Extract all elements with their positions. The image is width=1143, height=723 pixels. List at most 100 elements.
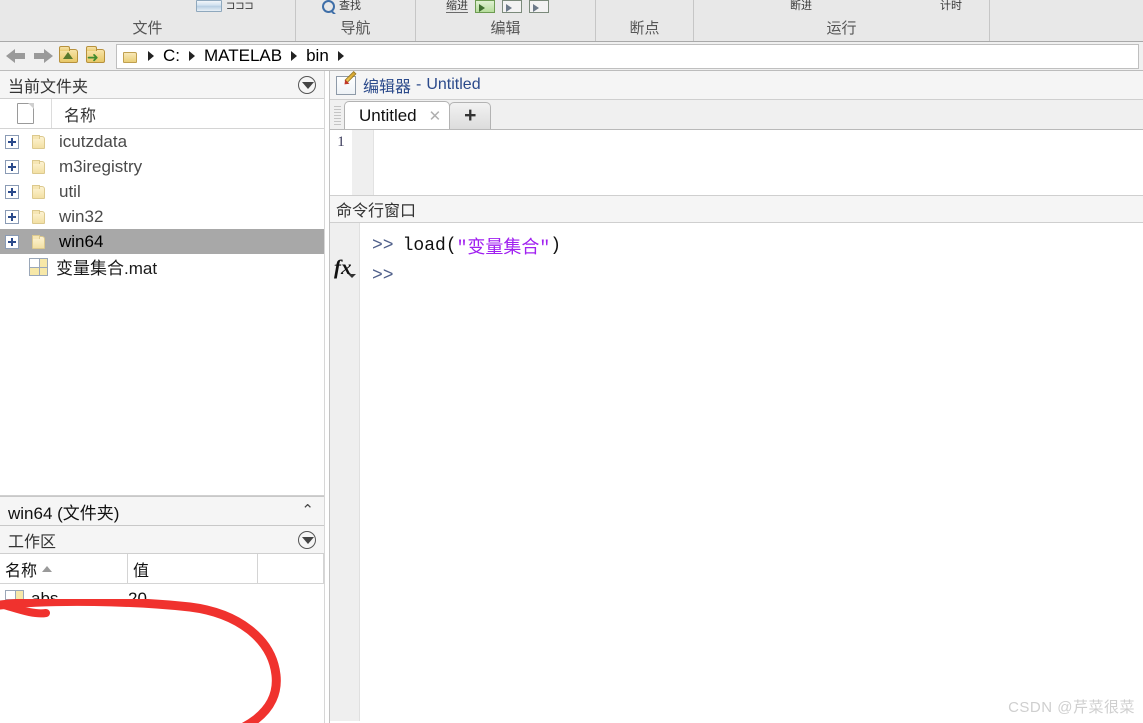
ribbon-group-breakpoint[interactable]: 断点 [596, 0, 694, 41]
editor-title-filename: Untitled [426, 76, 481, 93]
variable-value: 20 [128, 589, 147, 608]
workspace-col-value[interactable]: 值 [128, 554, 258, 583]
tab-untitled[interactable]: Untitled ✕ [344, 101, 451, 129]
browse-folder-icon[interactable]: ➜ [84, 46, 108, 66]
expand-plus-icon[interactable] [5, 134, 19, 149]
path-folder-icon [123, 50, 138, 63]
page-icon [17, 103, 34, 124]
workspace-cell-value: 20 [128, 589, 258, 609]
ribbon-group-edit[interactable]: 编辑 [416, 0, 596, 41]
breadcrumb-crumb-bin[interactable]: bin [303, 46, 332, 66]
workspace-panel-header: 工作区 [0, 526, 324, 554]
editor-canvas[interactable] [374, 130, 1143, 195]
ribbon-group-label-run: 运行 [826, 20, 857, 37]
address-bar: ➜ C: MATELAB bin [0, 42, 1143, 71]
chevron-up-icon[interactable]: ⌃ [301, 501, 314, 519]
tree-item-label: win64 [59, 231, 104, 251]
workspace-table-body: abs 20 [0, 584, 324, 714]
breadcrumb-separator-icon [189, 51, 195, 61]
tree-item-label: m3iregistry [59, 156, 143, 176]
left-panel-column: 当前文件夹 名称 icutzdata m3iregistry util win3… [0, 71, 324, 723]
tree-item-label: util [59, 181, 81, 201]
ribbon-group-label-file: 文件 [132, 20, 163, 37]
file-tree: icutzdata m3iregistry util win32 win64 变… [0, 129, 324, 351]
folder-icon [30, 134, 48, 149]
up-folder-icon[interactable] [57, 46, 81, 66]
ribbon-group-label-breakpoint: 断点 [629, 20, 660, 37]
command-text-after: ) [550, 236, 562, 256]
command-text-before: load( [402, 236, 457, 256]
workspace-cell-name: abs [0, 589, 128, 609]
folder-icon [30, 234, 48, 249]
tree-row[interactable]: icutzdata [0, 129, 324, 154]
file-tree-empty-area[interactable] [0, 351, 324, 496]
folder-icon [30, 159, 48, 174]
editor-line-number: 1 [337, 134, 345, 150]
ribbon-group-label-navigate: 导航 [340, 20, 371, 37]
workspace-col-name-label: 名称 [5, 562, 38, 580]
breadcrumb-crumb-drive[interactable]: C: [160, 46, 183, 66]
tab-label: Untitled [359, 105, 417, 125]
plus-icon: + [464, 104, 477, 127]
ribbon-group-navigate[interactable]: 导航 [296, 0, 416, 41]
workspace-col-value-label: 值 [133, 562, 150, 580]
file-name-column-header[interactable]: 名称 [52, 102, 96, 126]
tab-drag-grip[interactable] [334, 106, 341, 126]
workspace-col-name[interactable]: 名称 [0, 554, 128, 583]
tree-row[interactable]: 变量集合.mat [0, 254, 324, 279]
tree-row[interactable]: m3iregistry [0, 154, 324, 179]
tree-row-selected[interactable]: win64 [0, 229, 324, 254]
command-window-lines: >> load( "变量集合" ) >> [360, 223, 1143, 721]
ribbon-group-file[interactable]: 文件 [0, 0, 296, 41]
expand-plus-icon[interactable] [5, 209, 19, 224]
command-string-literal: "变量集合" [456, 239, 551, 259]
ribbon-group-extra[interactable] [990, 0, 1143, 41]
forward-arrow-icon[interactable] [32, 48, 54, 64]
file-type-column-header[interactable] [0, 99, 52, 128]
table-row[interactable]: abs 20 [0, 584, 324, 614]
tree-item-label: icutzdata [59, 131, 128, 151]
command-window-title: 命令行窗口 [336, 203, 417, 220]
ribbon-group-run[interactable]: 运行 [694, 0, 990, 41]
tree-row[interactable]: util [0, 179, 324, 204]
command-line-executed: >> load( "变量集合" ) [372, 231, 1143, 261]
editor-title-dash: - [416, 76, 422, 93]
ribbon-toolbar: ⊐⊐⊐ 查找 缩进 断进 计时 文件 导航 编辑 断点 运行 [0, 0, 1143, 42]
workspace-table: 名称 值 abs 20 [0, 554, 324, 714]
command-prompt: >> [372, 236, 394, 256]
breadcrumb-separator-icon [291, 51, 298, 61]
current-folder-panel-header: 当前文件夹 [0, 71, 324, 99]
file-detail-bar: win64 (文件夹) ⌃ [0, 496, 324, 526]
folder-icon [30, 209, 48, 224]
command-line-active[interactable]: >> [372, 261, 1143, 291]
expand-plus-icon[interactable] [5, 234, 19, 249]
tree-row[interactable]: win32 [0, 204, 324, 229]
mat-file-icon [29, 257, 48, 276]
variable-icon [5, 590, 24, 608]
current-folder-options-icon[interactable] [298, 76, 316, 94]
close-icon[interactable]: ✕ [429, 107, 442, 125]
breadcrumb-separator-icon [337, 51, 344, 61]
folder-icon [30, 184, 48, 199]
command-window-body[interactable]: fx >> load( "变量集合" ) >> [330, 223, 1143, 721]
file-detail-text: win64 (文件夹) [8, 503, 120, 523]
back-arrow-icon[interactable] [5, 48, 27, 64]
ribbon-group-label-edit: 编辑 [490, 20, 521, 37]
editor-title: 编辑器 [363, 79, 412, 96]
workspace-col-extra[interactable] [258, 554, 324, 583]
editor-icon [336, 70, 357, 95]
expand-plus-icon[interactable] [5, 159, 19, 174]
command-window-header: 命令行窗口 [330, 196, 1143, 223]
file-browser-column-header: 名称 [0, 99, 324, 129]
workspace-table-header: 名称 值 [0, 554, 324, 584]
fx-dropdown-icon[interactable] [348, 274, 356, 278]
add-tab-button[interactable]: + [449, 102, 492, 129]
breadcrumb-crumb-matelab[interactable]: MATELAB [201, 46, 285, 66]
workspace-options-icon[interactable] [298, 531, 316, 549]
editor-panel-header: 编辑器 - Untitled [330, 70, 1143, 100]
command-window-gutter: fx [330, 223, 360, 721]
editor-text-area[interactable]: 1 [330, 130, 1143, 196]
expand-plus-icon[interactable] [5, 184, 19, 199]
path-breadcrumb-field[interactable]: C: MATELAB bin [116, 43, 1139, 69]
breadcrumb-separator-icon [148, 51, 154, 61]
